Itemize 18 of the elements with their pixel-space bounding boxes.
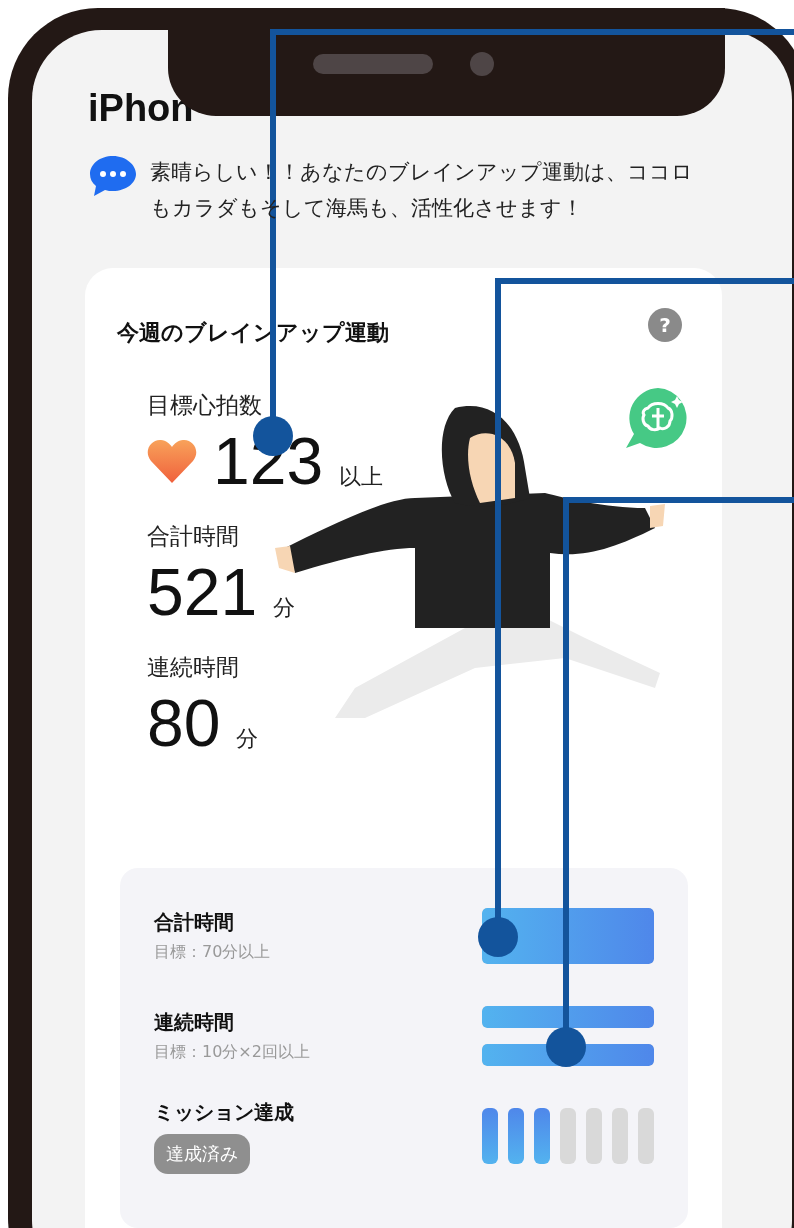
stat-label: 合計時間 <box>147 522 240 551</box>
achieved-badge: 達成済み <box>154 1133 250 1174</box>
chat-bubble-icon <box>88 154 138 198</box>
heart-icon <box>147 439 197 483</box>
stat-label: 目標心拍数 <box>147 391 263 420</box>
stat-unit: 分 <box>236 725 259 753</box>
stat-unit: 分 <box>273 594 296 622</box>
stat-value: 521 <box>147 556 258 628</box>
goal-title: ミッション達成 <box>154 1098 294 1126</box>
app-title: iPhon <box>88 86 195 131</box>
goal-title: 連続時間 <box>154 1009 235 1036</box>
goal-title: 合計時間 <box>154 909 235 936</box>
goal-note: 目標：70分以上 <box>154 942 271 963</box>
goal-note: 目標：10分×2回以上 <box>154 1042 310 1063</box>
help-button[interactable]: ? <box>648 308 682 342</box>
stat-unit: 以上 <box>339 463 384 491</box>
stat-value: 80 <box>147 687 221 759</box>
stat-label: 連続時間 <box>147 653 240 682</box>
